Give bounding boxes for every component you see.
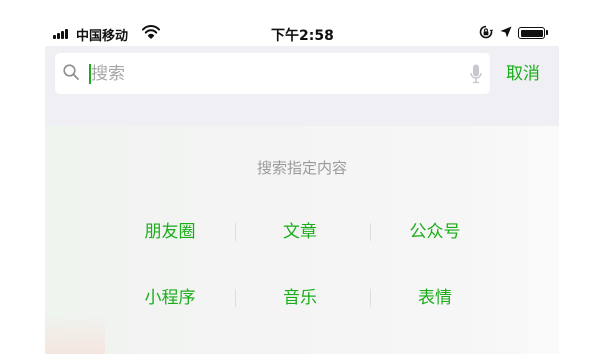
battery-tip bbox=[546, 30, 548, 35]
search-icon bbox=[63, 64, 79, 80]
category-music[interactable]: 音乐 bbox=[235, 283, 365, 313]
carrier-name: 中国移动 bbox=[76, 29, 129, 44]
category-mini-programs[interactable]: 小程序 bbox=[105, 283, 235, 313]
wifi-icon bbox=[142, 25, 160, 39]
search-box[interactable] bbox=[55, 53, 490, 94]
location-arrow-icon bbox=[500, 26, 512, 38]
battery-icon bbox=[518, 27, 545, 39]
category-moments[interactable]: 朋友圈 bbox=[105, 217, 235, 247]
category-official-accounts[interactable]: 公众号 bbox=[370, 217, 500, 247]
search-bar: 取消 bbox=[45, 46, 559, 126]
search-input[interactable] bbox=[91, 61, 441, 87]
status-bar: 中国移动 下午2:58 bbox=[45, 20, 559, 46]
category-articles[interactable]: 文章 bbox=[235, 217, 365, 247]
microphone-icon[interactable] bbox=[470, 64, 482, 84]
search-hint: 搜索指定内容 bbox=[256, 159, 347, 177]
rotation-lock-icon bbox=[479, 25, 493, 39]
signal-bars-icon bbox=[53, 29, 73, 39]
category-grid: 朋友圈 文章 公众号 小程序 音乐 表情 bbox=[105, 217, 495, 317]
phone-screen: 中国移动 下午2:58 搜索 取消 搜索指定内容 朋友圈 文章 公众号 小程序 … bbox=[45, 20, 559, 354]
category-stickers[interactable]: 表情 bbox=[370, 283, 500, 313]
status-time: 下午2:58 bbox=[271, 28, 334, 44]
cancel-button[interactable]: 取消 bbox=[506, 59, 540, 84]
